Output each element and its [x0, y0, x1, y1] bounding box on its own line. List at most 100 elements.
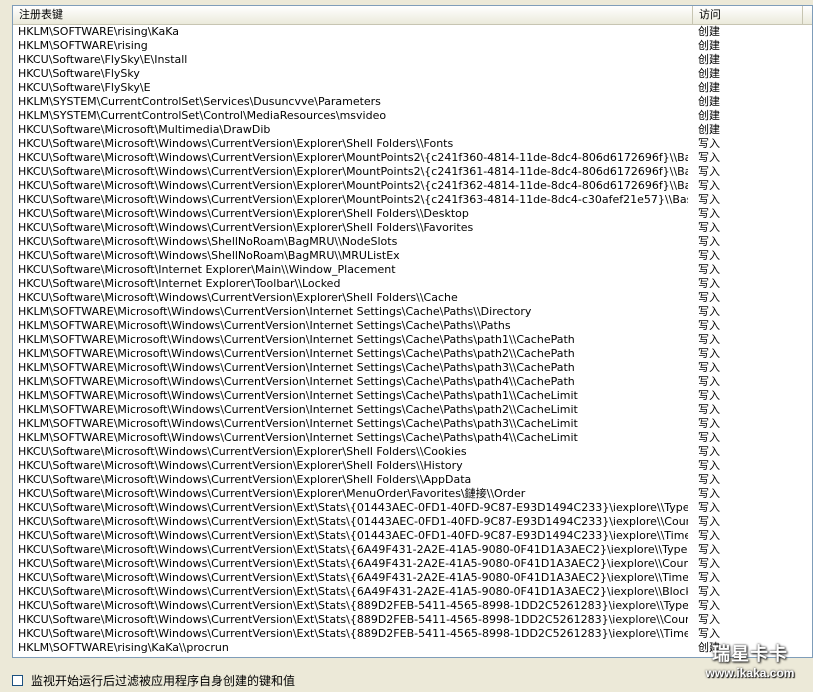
access-type-cell: 创建	[698, 95, 720, 108]
table-row[interactable]: HKCU\Software\Microsoft\Windows\CurrentV…	[13, 501, 812, 515]
access-type-cell: 写入	[698, 473, 720, 486]
table-row[interactable]: HKLM\SYSTEM\CurrentControlSet\Control\Me…	[13, 109, 812, 123]
access-type-cell: 写入	[698, 515, 720, 528]
registry-key-cell: HKCU\Software\Microsoft\Windows\CurrentV…	[18, 179, 688, 192]
table-row[interactable]: HKCU\Software\Microsoft\Windows\ShellNoR…	[13, 249, 812, 263]
access-type-cell: 写入	[698, 235, 720, 248]
registry-key-cell: HKLM\SOFTWARE\Microsoft\Windows\CurrentV…	[18, 305, 532, 318]
table-row[interactable]: HKCU\Software\Microsoft\Windows\CurrentV…	[13, 179, 812, 193]
access-type-cell: 写入	[698, 375, 720, 388]
access-type-cell: 写入	[698, 557, 720, 570]
table-row[interactable]: HKCU\Software\Microsoft\Windows\CurrentV…	[13, 599, 812, 613]
registry-key-cell: HKCU\Software\Microsoft\Windows\CurrentV…	[18, 613, 688, 626]
table-row[interactable]: HKCU\Software\Microsoft\Windows\CurrentV…	[13, 529, 812, 543]
registry-list-view[interactable]: 注册表键 访问 HKLM\SOFTWARE\rising\KaKa 创建 HKLM\…	[12, 5, 813, 658]
column-header-access[interactable]: 访问	[693, 6, 803, 24]
table-row[interactable]: HKCU\Software\Microsoft\Windows\CurrentV…	[13, 291, 812, 305]
table-row[interactable]: HKCU\Software\Microsoft\Windows\CurrentV…	[13, 585, 812, 599]
table-row[interactable]: HKLM\SOFTWARE\rising 创建	[13, 39, 812, 53]
table-row[interactable]: HKLM\SOFTWARE\Microsoft\Windows\CurrentV…	[13, 305, 812, 319]
access-type-cell: 写入	[698, 361, 720, 374]
table-row[interactable]: HKCU\Software\Microsoft\Windows\CurrentV…	[13, 627, 812, 641]
table-row[interactable]: HKCU\Software\Microsoft\Windows\CurrentV…	[13, 613, 812, 627]
registry-key-cell: HKLM\SOFTWARE\Microsoft\Windows\CurrentV…	[18, 375, 575, 388]
table-row[interactable]: HKCU\Software\Microsoft\Windows\CurrentV…	[13, 165, 812, 179]
access-type-cell: 写入	[698, 403, 720, 416]
table-row[interactable]: HKLM\SOFTWARE\Microsoft\Windows\CurrentV…	[13, 403, 812, 417]
access-type-cell: 写入	[698, 389, 720, 402]
site-watermark: 瑞星卡卡 www.ikaka.com	[691, 640, 809, 684]
table-row[interactable]: HKLM\SOFTWARE\Microsoft\Windows\CurrentV…	[13, 417, 812, 431]
registry-key-cell: HKCU\Software\Microsoft\Windows\CurrentV…	[18, 599, 688, 612]
table-row[interactable]: HKCU\Software\Microsoft\Windows\CurrentV…	[13, 473, 812, 487]
registry-key-cell: HKLM\SOFTWARE\rising	[18, 39, 148, 52]
registry-key-cell: HKCU\Software\Microsoft\Windows\CurrentV…	[18, 221, 474, 234]
access-type-cell: 写入	[698, 137, 720, 150]
table-row[interactable]: HKLM\SOFTWARE\Microsoft\Windows\CurrentV…	[13, 333, 812, 347]
table-row[interactable]: HKCU\Software\Microsoft\Windows\CurrentV…	[13, 557, 812, 571]
registry-key-cell: HKLM\SOFTWARE\Microsoft\Windows\CurrentV…	[18, 431, 578, 444]
registry-key-cell: HKCU\Software\Microsoft\Windows\CurrentV…	[18, 459, 463, 472]
table-row[interactable]: HKCU\Software\Microsoft\Windows\CurrentV…	[13, 193, 812, 207]
registry-key-cell: HKCU\Software\FlySky\E\Install	[18, 53, 188, 66]
table-row[interactable]: HKCU\Software\Microsoft\Windows\CurrentV…	[13, 221, 812, 235]
registry-key-cell: HKLM\SOFTWARE\rising\KaKa\\procrun	[18, 641, 229, 654]
registry-key-cell: HKLM\SOFTWARE\Microsoft\Windows\CurrentV…	[18, 403, 578, 416]
access-type-cell: 写入	[698, 151, 720, 164]
table-row[interactable]: HKLM\SYSTEM\CurrentControlSet\Services\D…	[13, 95, 812, 109]
table-row[interactable]: HKCU\Software\Microsoft\Windows\ShellNoR…	[13, 235, 812, 249]
table-row[interactable]: HKLM\SOFTWARE\Microsoft\Windows\CurrentV…	[13, 319, 812, 333]
access-type-cell: 写入	[698, 347, 720, 360]
table-row[interactable]: HKLM\SOFTWARE\Microsoft\Windows\CurrentV…	[13, 431, 812, 445]
table-row[interactable]: HKCU\Software\Microsoft\Internet Explore…	[13, 263, 812, 277]
table-row[interactable]: HKCU\Software\Microsoft\Windows\CurrentV…	[13, 151, 812, 165]
access-type-cell: 写入	[698, 585, 720, 598]
registry-key-cell: HKCU\Software\FlySky\E	[18, 81, 151, 94]
filter-self-created-label[interactable]: 监视开始运行后过滤被应用程序自身创建的键和值	[31, 673, 295, 689]
registry-key-cell: HKCU\Software\Microsoft\Windows\CurrentV…	[18, 515, 688, 528]
registry-key-cell: HKLM\SOFTWARE\Microsoft\Windows\CurrentV…	[18, 319, 511, 332]
table-row[interactable]: HKLM\SOFTWARE\Microsoft\Windows\CurrentV…	[13, 389, 812, 403]
table-row[interactable]: HKCU\Software\Microsoft\Windows\CurrentV…	[13, 515, 812, 529]
table-row[interactable]: HKLM\SOFTWARE\Microsoft\Windows\CurrentV…	[13, 361, 812, 375]
access-type-cell: 写入	[698, 459, 720, 472]
access-type-cell: 写入	[698, 445, 720, 458]
table-row[interactable]: HKCU\Software\Microsoft\Multimedia\DrawD…	[13, 123, 812, 137]
table-row[interactable]: HKLM\SOFTWARE\Microsoft\Windows\CurrentV…	[13, 375, 812, 389]
registry-key-cell: HKCU\Software\Microsoft\Windows\ShellNoR…	[18, 249, 400, 262]
table-row[interactable]: HKCU\Software\Microsoft\Windows\CurrentV…	[13, 543, 812, 557]
table-row[interactable]: HKCU\Software\Microsoft\Windows\CurrentV…	[13, 137, 812, 151]
access-type-cell: 写入	[698, 165, 720, 178]
table-row[interactable]: HKCU\Software\Microsoft\Windows\CurrentV…	[13, 445, 812, 459]
access-type-cell: 写入	[698, 305, 720, 318]
access-type-cell: 写入	[698, 263, 720, 276]
access-type-cell: 写入	[698, 319, 720, 332]
access-type-cell: 创建	[698, 67, 720, 80]
table-row[interactable]: HKCU\Software\FlySky 创建	[13, 67, 812, 81]
access-type-cell: 创建	[698, 123, 720, 136]
registry-key-cell: HKLM\SYSTEM\CurrentControlSet\Control\Me…	[18, 109, 387, 122]
registry-key-cell: HKCU\Software\Microsoft\Windows\CurrentV…	[18, 571, 688, 584]
table-row[interactable]: HKCU\Software\Microsoft\Internet Explore…	[13, 277, 812, 291]
registry-key-cell: HKCU\Software\Microsoft\Windows\CurrentV…	[18, 529, 688, 542]
table-row[interactable]: HKCU\Software\Microsoft\Windows\CurrentV…	[13, 207, 812, 221]
access-type-cell: 写入	[698, 529, 720, 542]
access-type-cell: 写入	[698, 487, 720, 500]
access-type-cell: 写入	[698, 193, 720, 206]
table-row[interactable]: HKCU\Software\FlySky\E 创建	[13, 81, 812, 95]
table-row[interactable]: HKCU\Software\Microsoft\Windows\CurrentV…	[13, 459, 812, 473]
table-row[interactable]: HKLM\SOFTWARE\Microsoft\Windows\CurrentV…	[13, 347, 812, 361]
table-row[interactable]: HKCU\Software\Microsoft\Windows\CurrentV…	[13, 571, 812, 585]
access-type-cell: 写入	[698, 613, 720, 626]
access-type-cell: 写入	[698, 221, 720, 234]
table-row[interactable]: HKCU\Software\FlySky\E\Install 创建	[13, 53, 812, 67]
column-header-registry-key[interactable]: 注册表键	[13, 6, 693, 24]
access-type-cell: 写入	[698, 431, 720, 444]
access-type-cell: 写入	[698, 291, 720, 304]
watermark-url: www.ikaka.com	[705, 666, 795, 680]
table-row[interactable]: HKLM\SOFTWARE\rising\KaKa 创建	[13, 25, 812, 39]
registry-key-cell: HKLM\SOFTWARE\Microsoft\Windows\CurrentV…	[18, 361, 575, 374]
table-row[interactable]: HKCU\Software\Microsoft\Windows\CurrentV…	[13, 487, 812, 501]
filter-self-created-checkbox[interactable]	[12, 675, 23, 686]
registry-key-cell: HKCU\Software\Microsoft\Windows\CurrentV…	[18, 151, 688, 164]
